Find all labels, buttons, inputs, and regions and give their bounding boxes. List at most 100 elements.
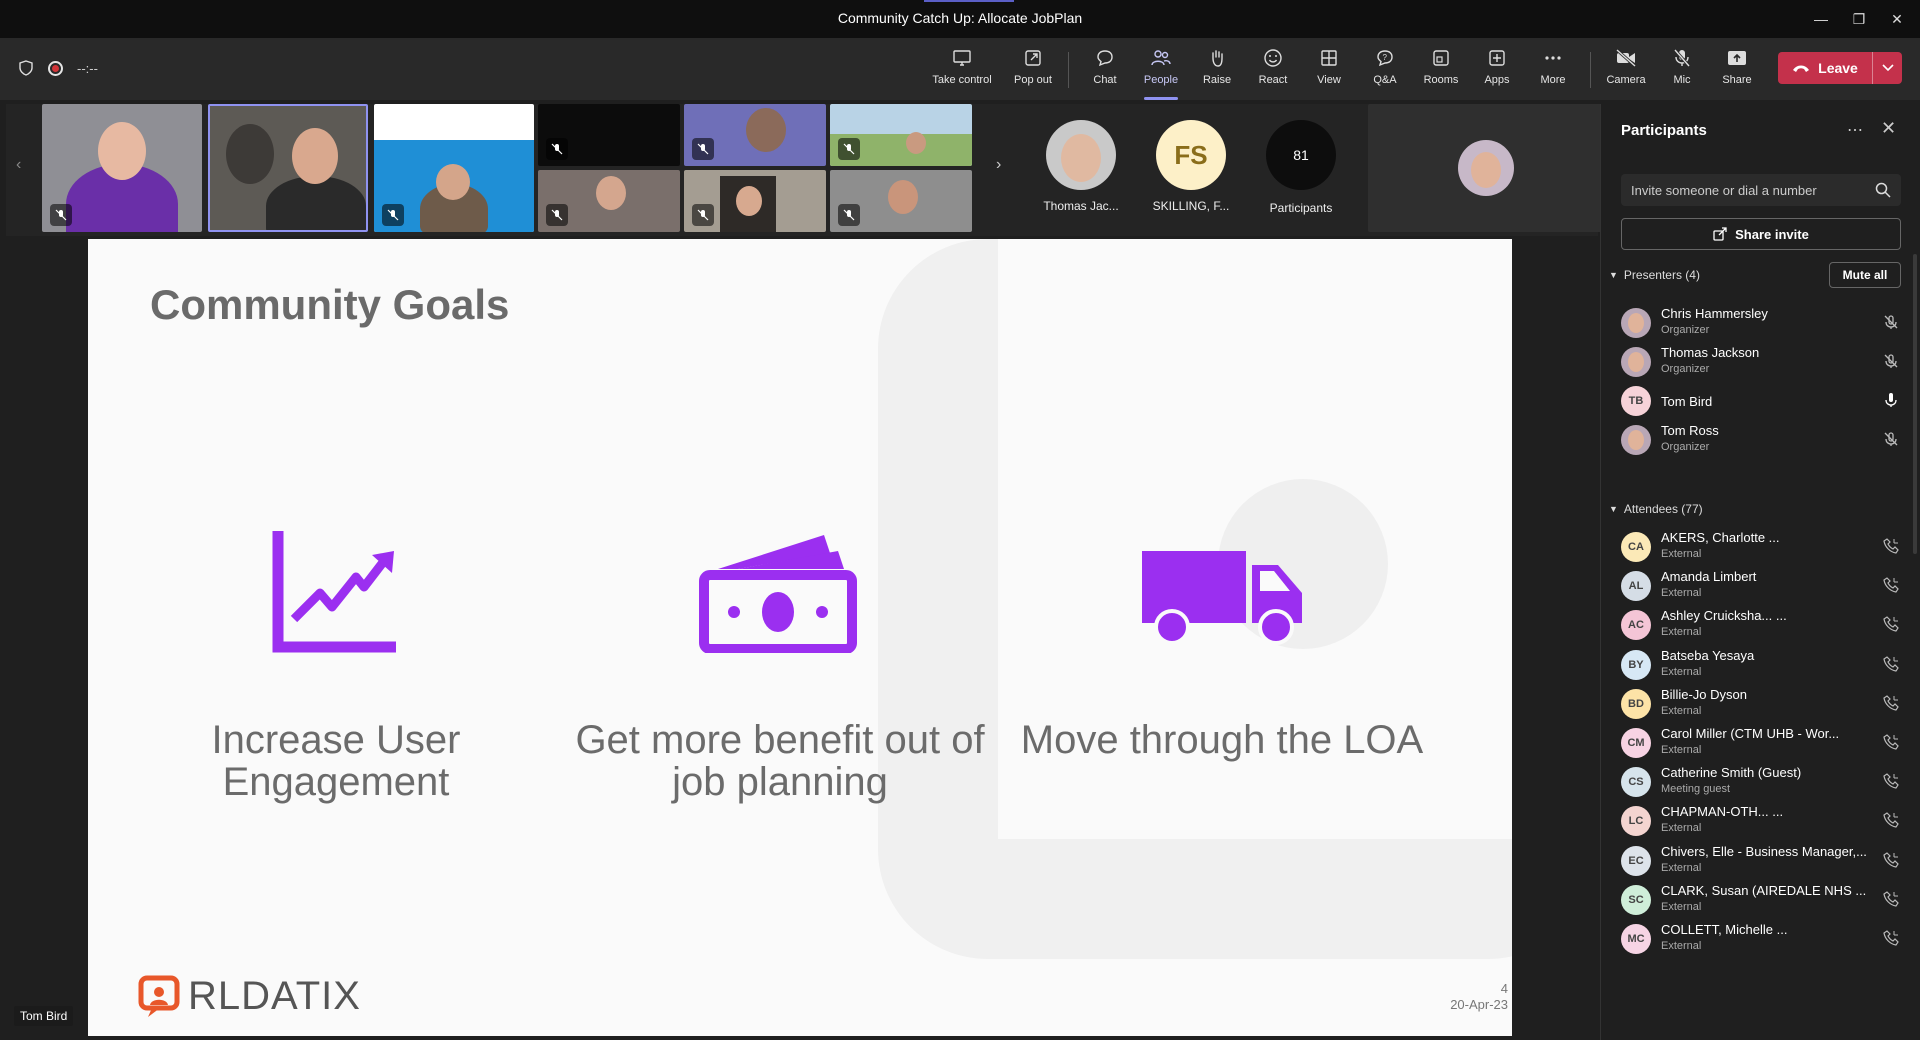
mic-off-icon[interactable] (1883, 353, 1899, 374)
apps-label: Apps (1484, 74, 1510, 86)
video-tile[interactable] (684, 104, 826, 166)
raise-hand-button[interactable]: Raise (1190, 46, 1244, 94)
mic-off-icon[interactable] (1883, 431, 1899, 452)
avatar: CS (1621, 767, 1651, 798)
video-tile[interactable] (684, 170, 826, 232)
participant-row[interactable]: BD Billie-Jo Dyson External (1621, 683, 1911, 727)
qa-icon: ? (1375, 46, 1395, 70)
participant-row[interactable]: AL Amanda Limbert External (1621, 565, 1911, 609)
participant-role: External (1661, 548, 1702, 560)
phone-icon[interactable] (1883, 695, 1899, 716)
phone-icon[interactable] (1883, 577, 1899, 598)
react-button[interactable]: React (1246, 46, 1300, 94)
presenters-section-header[interactable]: ▼ Presenters (4) (1609, 268, 1700, 282)
restore-icon[interactable]: ❐ (1842, 6, 1876, 32)
leave-button[interactable]: Leave (1778, 52, 1902, 84)
gallery-prev-icon[interactable]: ‹ (16, 156, 21, 174)
featured-participant[interactable]: Thomas Jac... (1026, 104, 1136, 232)
video-tile[interactable] (830, 170, 972, 232)
presenters-header-label: Presenters (4) (1623, 268, 1700, 282)
video-tile[interactable] (538, 170, 680, 232)
mic-button[interactable]: Mic (1655, 46, 1709, 94)
leave-main[interactable]: Leave (1778, 60, 1872, 76)
participant-row[interactable]: Chris Hammersley Organizer (1621, 302, 1911, 346)
mic-muted-icon (838, 138, 860, 160)
gallery-next-icon[interactable]: › (996, 156, 1001, 174)
chat-button[interactable]: Chat (1078, 46, 1132, 94)
participant-video (266, 176, 366, 230)
search-icon[interactable] (1875, 182, 1891, 198)
phone-icon[interactable] (1883, 891, 1899, 912)
participant-role: Organizer (1661, 324, 1710, 336)
raise-hand-icon (1207, 46, 1227, 70)
mic-off-icon[interactable] (1883, 314, 1899, 335)
leave-options-button[interactable] (1872, 52, 1902, 84)
phone-icon[interactable] (1883, 851, 1899, 873)
participant-row[interactable]: BY Batseba Yesaya External (1621, 644, 1911, 688)
video-tile[interactable] (538, 104, 680, 166)
mic-on-icon[interactable] (1883, 392, 1899, 413)
view-button[interactable]: View (1302, 46, 1356, 94)
participant-row[interactable]: EC Chivers, Elle - Business Manager,... Ex… (1621, 840, 1911, 884)
video-tile-active-speaker[interactable] (208, 104, 368, 232)
mic-muted-icon (546, 204, 568, 226)
participant-role: External (1661, 665, 1702, 678)
self-view-tile[interactable] (1368, 104, 1604, 232)
raise-label: Raise (1202, 74, 1232, 86)
participant-row[interactable]: AC Ashley Cruicksha... ... External (1621, 604, 1911, 648)
share-invite-button[interactable]: Share invite (1621, 218, 1901, 250)
participant-row[interactable]: LC CHAPMAN-OTH... ... External (1621, 800, 1911, 844)
rooms-button[interactable]: Rooms (1414, 46, 1468, 94)
participant-name: COLLETT, Michelle ... (1661, 922, 1788, 937)
avatar: TB (1621, 386, 1651, 416)
attendees-section-header[interactable]: ▼ Attendees (77) (1609, 502, 1703, 516)
participant-name: Catherine Smith (Guest) (1661, 765, 1802, 781)
people-icon (1150, 46, 1172, 70)
participant-row[interactable]: TB Tom Bird (1621, 380, 1911, 424)
phone-icon[interactable] (1883, 930, 1899, 951)
participant-row[interactable]: SC CLARK, Susan (AIREDALE NHS ... External (1621, 879, 1911, 923)
video-tile[interactable] (830, 104, 972, 166)
participant-row[interactable]: Thomas Jackson Organizer (1621, 341, 1911, 385)
video-tile[interactable] (374, 104, 534, 232)
participant-row[interactable]: CS Catherine Smith (Guest) Meeting guest (1621, 761, 1911, 805)
participant-row[interactable]: CA AKERS, Charlotte ... External (1621, 526, 1911, 570)
take-control-button[interactable]: Take control (932, 46, 992, 94)
featured-name: Thomas Jac... (1043, 199, 1119, 213)
pop-out-button[interactable]: Pop out (1006, 46, 1060, 94)
phone-icon[interactable] (1883, 812, 1899, 833)
participant-name: Billie-Jo Dyson (1661, 686, 1747, 702)
people-button[interactable]: People (1134, 46, 1188, 100)
share-button[interactable]: Share (1710, 46, 1764, 94)
qa-button[interactable]: ? Q&A (1358, 46, 1412, 94)
more-options-icon[interactable]: ⋯ (1847, 120, 1863, 140)
phone-icon[interactable] (1883, 734, 1899, 755)
participant-row[interactable]: MC COLLETT, Michelle ... External (1621, 918, 1911, 962)
participant-row[interactable]: Tom Ross Organizer (1621, 419, 1911, 463)
phone-icon[interactable] (1883, 655, 1899, 677)
participants-count-tile[interactable]: 81 Participants (1246, 104, 1356, 232)
participant-face (906, 132, 926, 154)
panel-scrollbar[interactable] (1913, 254, 1917, 554)
participant-name: Batseba Yesaya (1661, 647, 1755, 663)
mute-all-button[interactable]: Mute all (1829, 262, 1901, 288)
phone-icon[interactable] (1883, 773, 1899, 794)
featured-participant[interactable]: FS SKILLING, F... (1136, 104, 1246, 232)
close-panel-icon[interactable]: ✕ (1881, 118, 1896, 139)
minimize-icon[interactable]: — (1804, 6, 1838, 32)
video-tile[interactable] (42, 104, 202, 232)
participant-row[interactable]: CM Carol Miller (CTM UHB - Wor... External (1621, 722, 1911, 766)
avatar (1458, 140, 1514, 196)
phone-icon[interactable] (1883, 616, 1899, 637)
camera-button[interactable]: Camera (1599, 46, 1653, 94)
slide-title: Community Goals (150, 281, 510, 328)
invite-search-input[interactable]: Invite someone or dial a number (1621, 174, 1901, 206)
more-button[interactable]: More (1526, 46, 1580, 94)
mic-muted-icon (382, 204, 404, 226)
close-window-icon[interactable]: ✕ (1880, 6, 1914, 32)
participant-name: AKERS, Charlotte ... (1661, 530, 1780, 545)
participant-name: Thomas Jackson (1661, 345, 1760, 360)
phone-icon[interactable] (1883, 538, 1899, 559)
apps-button[interactable]: Apps (1470, 46, 1524, 94)
camera-off-icon (1615, 46, 1637, 70)
